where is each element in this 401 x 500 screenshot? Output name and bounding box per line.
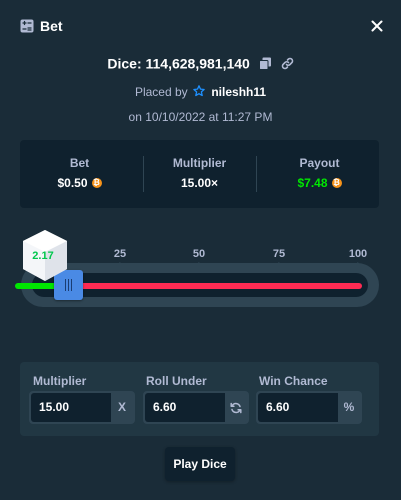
dice-controls: Multiplier X Roll Under Win Chance % — [20, 362, 379, 436]
close-icon[interactable] — [368, 17, 386, 35]
username-link[interactable]: nileshh11 — [211, 85, 266, 99]
bet-slip-icon — [20, 19, 34, 33]
multiplier-stat: Multiplier 15.00× — [140, 140, 259, 208]
multiplier-field-label: Multiplier — [33, 374, 87, 388]
divider — [256, 156, 257, 192]
play-dice-button[interactable]: Play Dice — [165, 447, 235, 481]
dice-result-value: 2.17 — [32, 250, 54, 262]
copy-icon[interactable] — [258, 57, 272, 70]
tick-label: 25 — [113, 248, 127, 260]
placed-by-row: Placed by nileshh11 — [0, 84, 401, 100]
multiplier-label: Multiplier — [172, 156, 227, 170]
win-chance-field-label: Win Chance — [259, 374, 328, 388]
roll-under-toggle[interactable] — [225, 393, 247, 422]
multiplier-input[interactable] — [31, 393, 111, 422]
bet-label: Bet — [69, 156, 90, 170]
modal-title: Bet — [40, 18, 63, 34]
roll-under-field-label: Roll Under — [146, 374, 207, 388]
bet-date: on 10/10/2022 at 11:27 PM — [128, 110, 273, 124]
game-id: Dice: 114,628,981,140 — [107, 55, 250, 72]
slider-lose-range — [59, 283, 362, 289]
bitcoin-icon — [331, 177, 342, 189]
win-chance-suffix: % — [343, 400, 355, 414]
bet-value-wrap: $0.50 — [20, 176, 139, 190]
bet-stat: Bet $0.50 — [20, 140, 139, 208]
roll-under-input[interactable] — [145, 393, 225, 422]
win-chance-field: % — [256, 391, 362, 424]
refresh-icon[interactable] — [230, 402, 242, 414]
tick-label: 100 — [348, 248, 368, 260]
game-id-row: Dice: 114,628,981,140 — [0, 53, 401, 71]
roll-under-field — [143, 391, 249, 424]
multiplier-field: X — [29, 391, 135, 424]
tick-label: 50 — [192, 248, 206, 260]
bet-modal: Bet Dice: 114,628,981,140 Placed by nile… — [0, 0, 401, 500]
bet-amount: $0.50 — [57, 176, 88, 190]
multiplier-suffix: X — [117, 400, 126, 414]
placed-by-label: Placed by — [134, 85, 188, 99]
tick-label: 75 — [272, 248, 286, 260]
payout-value-wrap: $7.48 — [260, 176, 379, 190]
bet-stats-panel: Bet $0.50 Multiplier 15.00× Payout $7.48 — [20, 140, 379, 208]
modal-header: Bet — [0, 0, 401, 52]
star-icon — [193, 85, 205, 97]
payout-stat: Payout $7.48 — [260, 140, 379, 208]
win-chance-input[interactable] — [258, 393, 338, 422]
link-icon[interactable] — [281, 57, 294, 70]
bitcoin-icon — [91, 177, 102, 189]
multiplier-value: 15.00× — [180, 176, 219, 190]
payout-amount: $7.48 — [297, 176, 328, 190]
payout-label: Payout — [299, 156, 340, 170]
